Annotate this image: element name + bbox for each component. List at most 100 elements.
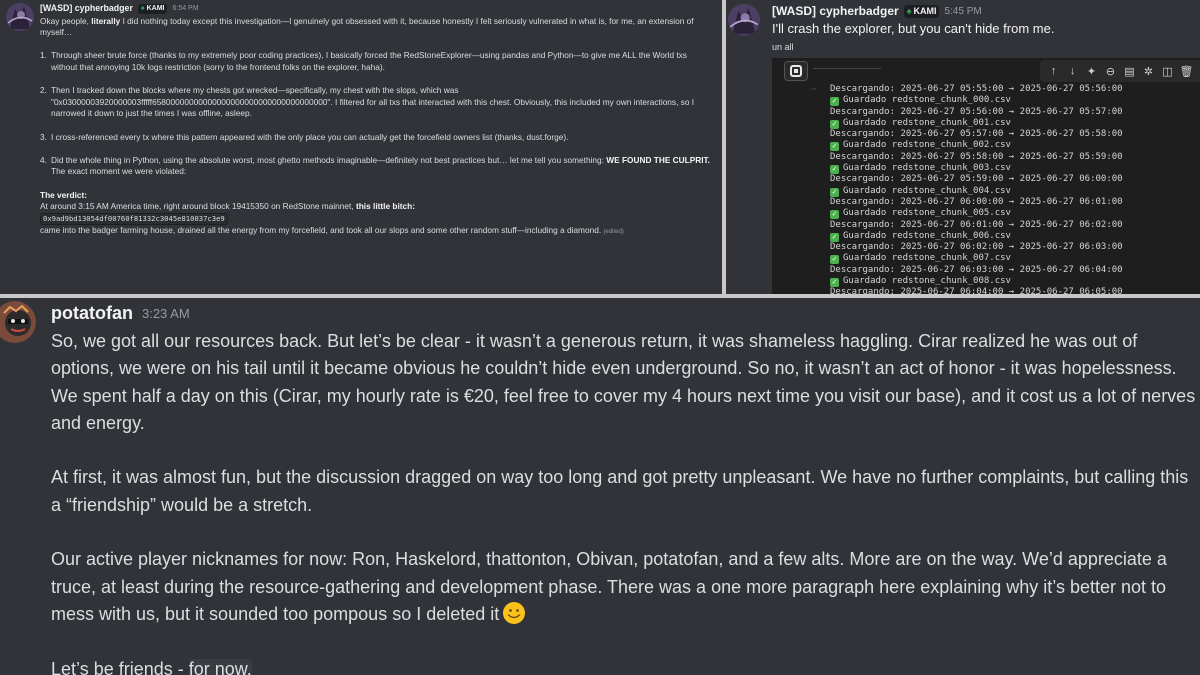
list-item: 4. Did the whole thing in Python, using t…: [40, 155, 714, 178]
output-line-saved: ✓ Guardado redstone_chunk_000.csv: [830, 95, 1123, 107]
checkmark-icon: ✓: [830, 142, 839, 152]
output-line-log: Descargando: 2025-06-27 06:04:00 → 2025-…: [830, 287, 1123, 294]
comment-icon[interactable]: ▤: [1123, 65, 1137, 78]
output-line-saved: ✓ Guardado redstone_chunk_004.csv: [830, 186, 1123, 197]
avatar[interactable]: [6, 3, 34, 31]
username[interactable]: potatofan: [51, 303, 133, 324]
output-line-log: Descargando: 2025-06-27 06:00:00 → 2025-…: [830, 197, 1123, 208]
output-line-saved: ✓ Guardado redstone_chunk_006.csv: [830, 231, 1123, 242]
leaf-icon: ♠: [906, 6, 912, 16]
message-panel-investigation: [WASD] cypherbadger ♠ KAMI 6:54 PM Okay p…: [0, 0, 722, 294]
output-line-log: Descargando: 2025-06-27 06:02:00 → 2025-…: [830, 242, 1123, 253]
guild-tag[interactable]: ♠ KAMI: [903, 4, 940, 18]
output-line-log: Descargando: 2025-06-27 05:55:00 → 2025-…: [830, 84, 1123, 95]
checkmark-icon: ✓: [830, 255, 839, 265]
smiling-face-emoji[interactable]: [502, 601, 526, 625]
list-text: Through sheer brute force (thanks to my …: [51, 50, 687, 72]
message-body: So, we got all our resources back. But l…: [51, 328, 1197, 675]
paragraph: Let’s be friends - for now.: [51, 656, 1197, 675]
verdict-final: came into the badger farming house, drai…: [40, 225, 714, 239]
list-text-tail: The exact moment we were violated:: [51, 166, 187, 177]
final-text: came into the badger farming house, drai…: [40, 224, 602, 235]
output-line-saved: ✓ Guardado redstone_chunk_005.csv: [830, 208, 1123, 220]
list-number: 4.: [40, 154, 47, 165]
checkmark-icon: ✓: [830, 165, 839, 175]
list-item: 3. I cross-referenced every tx where this…: [40, 132, 714, 144]
output-line-text: Guardado redstone_chunk_008.csv: [843, 276, 1011, 287]
list-text: Then I tracked down the blocks where my …: [51, 85, 695, 119]
output-line-text: Descargando: 2025-06-27 06:02:00 → 2025-…: [830, 242, 1123, 253]
arrow-down-icon[interactable]: ↓: [1066, 65, 1080, 77]
arrow-up-icon[interactable]: ↑: [1047, 65, 1061, 77]
output-line-text: Guardado redstone_chunk_003.csv: [843, 163, 1011, 174]
delete-icon[interactable]: 🗑: [1180, 65, 1194, 78]
avatar[interactable]: [0, 301, 36, 343]
message-intro: Okay people, literally I did nothing tod…: [40, 16, 714, 39]
intro-text: Okay people,: [40, 15, 92, 26]
wallet-address-code[interactable]: 0x9ad9bd13054df00760f81332c3045e810037c3…: [40, 212, 228, 225]
paragraph-text: Our active player nicknames for now: Ron…: [51, 549, 1167, 624]
output-line-text: Guardado redstone_chunk_000.csv: [843, 95, 1011, 106]
output-line-text: Guardado redstone_chunk_001.csv: [843, 117, 1011, 128]
timestamp: 5:45 PM: [944, 5, 982, 17]
list-bold: WE FOUND THE CULPRIT.: [606, 154, 710, 165]
output-line-saved: ✓ Guardado redstone_chunk_003.csv: [830, 163, 1123, 175]
run-all-label[interactable]: un all: [772, 42, 794, 52]
output-line-text: Descargando: 2025-06-27 05:56:00 → 2025-…: [830, 106, 1123, 117]
timestamp: 3:23 AM: [141, 306, 190, 321]
output-line-saved: ✓ Guardado redstone_chunk_001.csv: [830, 118, 1123, 129]
output-expander-icon[interactable]: ⋯: [810, 84, 817, 95]
sparkle-icon[interactable]: ✦: [1085, 65, 1099, 78]
username[interactable]: [WASD] cypherbadger: [40, 3, 133, 15]
guild-tag[interactable]: ♠ KAMI: [137, 3, 168, 14]
output-line-text: Descargando: 2025-06-27 05:55:00 → 2025-…: [830, 84, 1123, 94]
checkmark-icon: ✓: [830, 232, 839, 242]
output-line-log: Descargando: 2025-06-27 05:59:00 → 2025-…: [830, 174, 1123, 185]
checkmark-icon: ✓: [830, 278, 839, 288]
cell-divider: [813, 68, 881, 71]
cell-toolbar: ↑ ↓ ✦ ⊖ ▤ ✲ ◫ 🗑: [1040, 60, 1200, 82]
list-text: I cross-referenced every tx where this p…: [51, 131, 569, 142]
output-line-saved: ✓ Guardado redstone_chunk_007.csv: [830, 253, 1123, 265]
output-line-text: Guardado redstone_chunk_002.csv: [843, 140, 1011, 151]
verdict-label: The verdict:: [40, 190, 714, 202]
message-text: I'll crash the explorer, but you can't h…: [772, 21, 1055, 36]
verdict-bold: this little bitch:: [355, 201, 415, 212]
output-line-text: Descargando: 2025-06-27 05:58:00 → 2025-…: [830, 151, 1123, 162]
guild-tag-label: KAMI: [913, 6, 937, 16]
guild-tag-label: KAMI: [146, 5, 165, 12]
settings-icon[interactable]: ✲: [1142, 65, 1156, 78]
verdict-heading: The verdict:: [40, 189, 88, 200]
output-line-text: Descargando: 2025-06-27 06:03:00 → 2025-…: [830, 264, 1123, 275]
output-line-text: Guardado redstone_chunk_006.csv: [843, 230, 1011, 241]
list-number: 2.: [40, 85, 47, 96]
output-line-text: Descargando: 2025-06-27 06:04:00 → 2025-…: [830, 287, 1123, 294]
checkmark-icon: ✓: [830, 119, 839, 129]
output-line-log: Descargando: 2025-06-27 05:57:00 → 2025-…: [830, 129, 1123, 140]
timestamp: 6:54 PM: [172, 5, 199, 12]
output-line-log: Descargando: 2025-06-27 05:58:00 → 2025-…: [830, 152, 1123, 163]
output-line-text: Descargando: 2025-06-27 06:00:00 → 2025-…: [830, 196, 1123, 207]
stop-icon: [790, 65, 802, 77]
stop-cell-button[interactable]: [784, 61, 808, 81]
output-line-text: Descargando: 2025-06-27 06:01:00 → 2025-…: [830, 219, 1123, 230]
avatar[interactable]: [728, 4, 760, 36]
intro-text-rest: I did nothing today except this investig…: [40, 15, 694, 38]
username[interactable]: [WASD] cypherbadger: [772, 4, 899, 18]
list-item: 1. Through sheer brute force (thanks to m…: [40, 50, 714, 73]
split-icon[interactable]: ◫: [1161, 65, 1175, 78]
paragraph-text: Let’s be friends -: [51, 658, 189, 675]
output-line-text: Guardado redstone_chunk_004.csv: [843, 185, 1011, 196]
list-number: 1.: [40, 50, 47, 61]
checkmark-icon: ✓: [830, 97, 839, 107]
list-text: Did the whole thing in Python, using the…: [51, 154, 607, 165]
output-line-text: Descargando: 2025-06-27 05:59:00 → 2025-…: [830, 174, 1123, 185]
intro-bold: literally: [91, 15, 121, 26]
leaf-icon: ♠: [140, 5, 145, 12]
link-icon[interactable]: ⊖: [1104, 65, 1118, 78]
checkmark-icon: ✓: [830, 210, 839, 220]
output-line-log: Descargando: 2025-06-27 06:01:00 → 2025-…: [830, 220, 1123, 231]
paragraph: Our active player nicknames for now: Ron…: [51, 546, 1197, 628]
output-line-text: Descargando: 2025-06-27 05:57:00 → 2025-…: [830, 129, 1123, 140]
message-panel-potatofan: potatofan 3:23 AM So, we got all our res…: [0, 298, 1200, 675]
